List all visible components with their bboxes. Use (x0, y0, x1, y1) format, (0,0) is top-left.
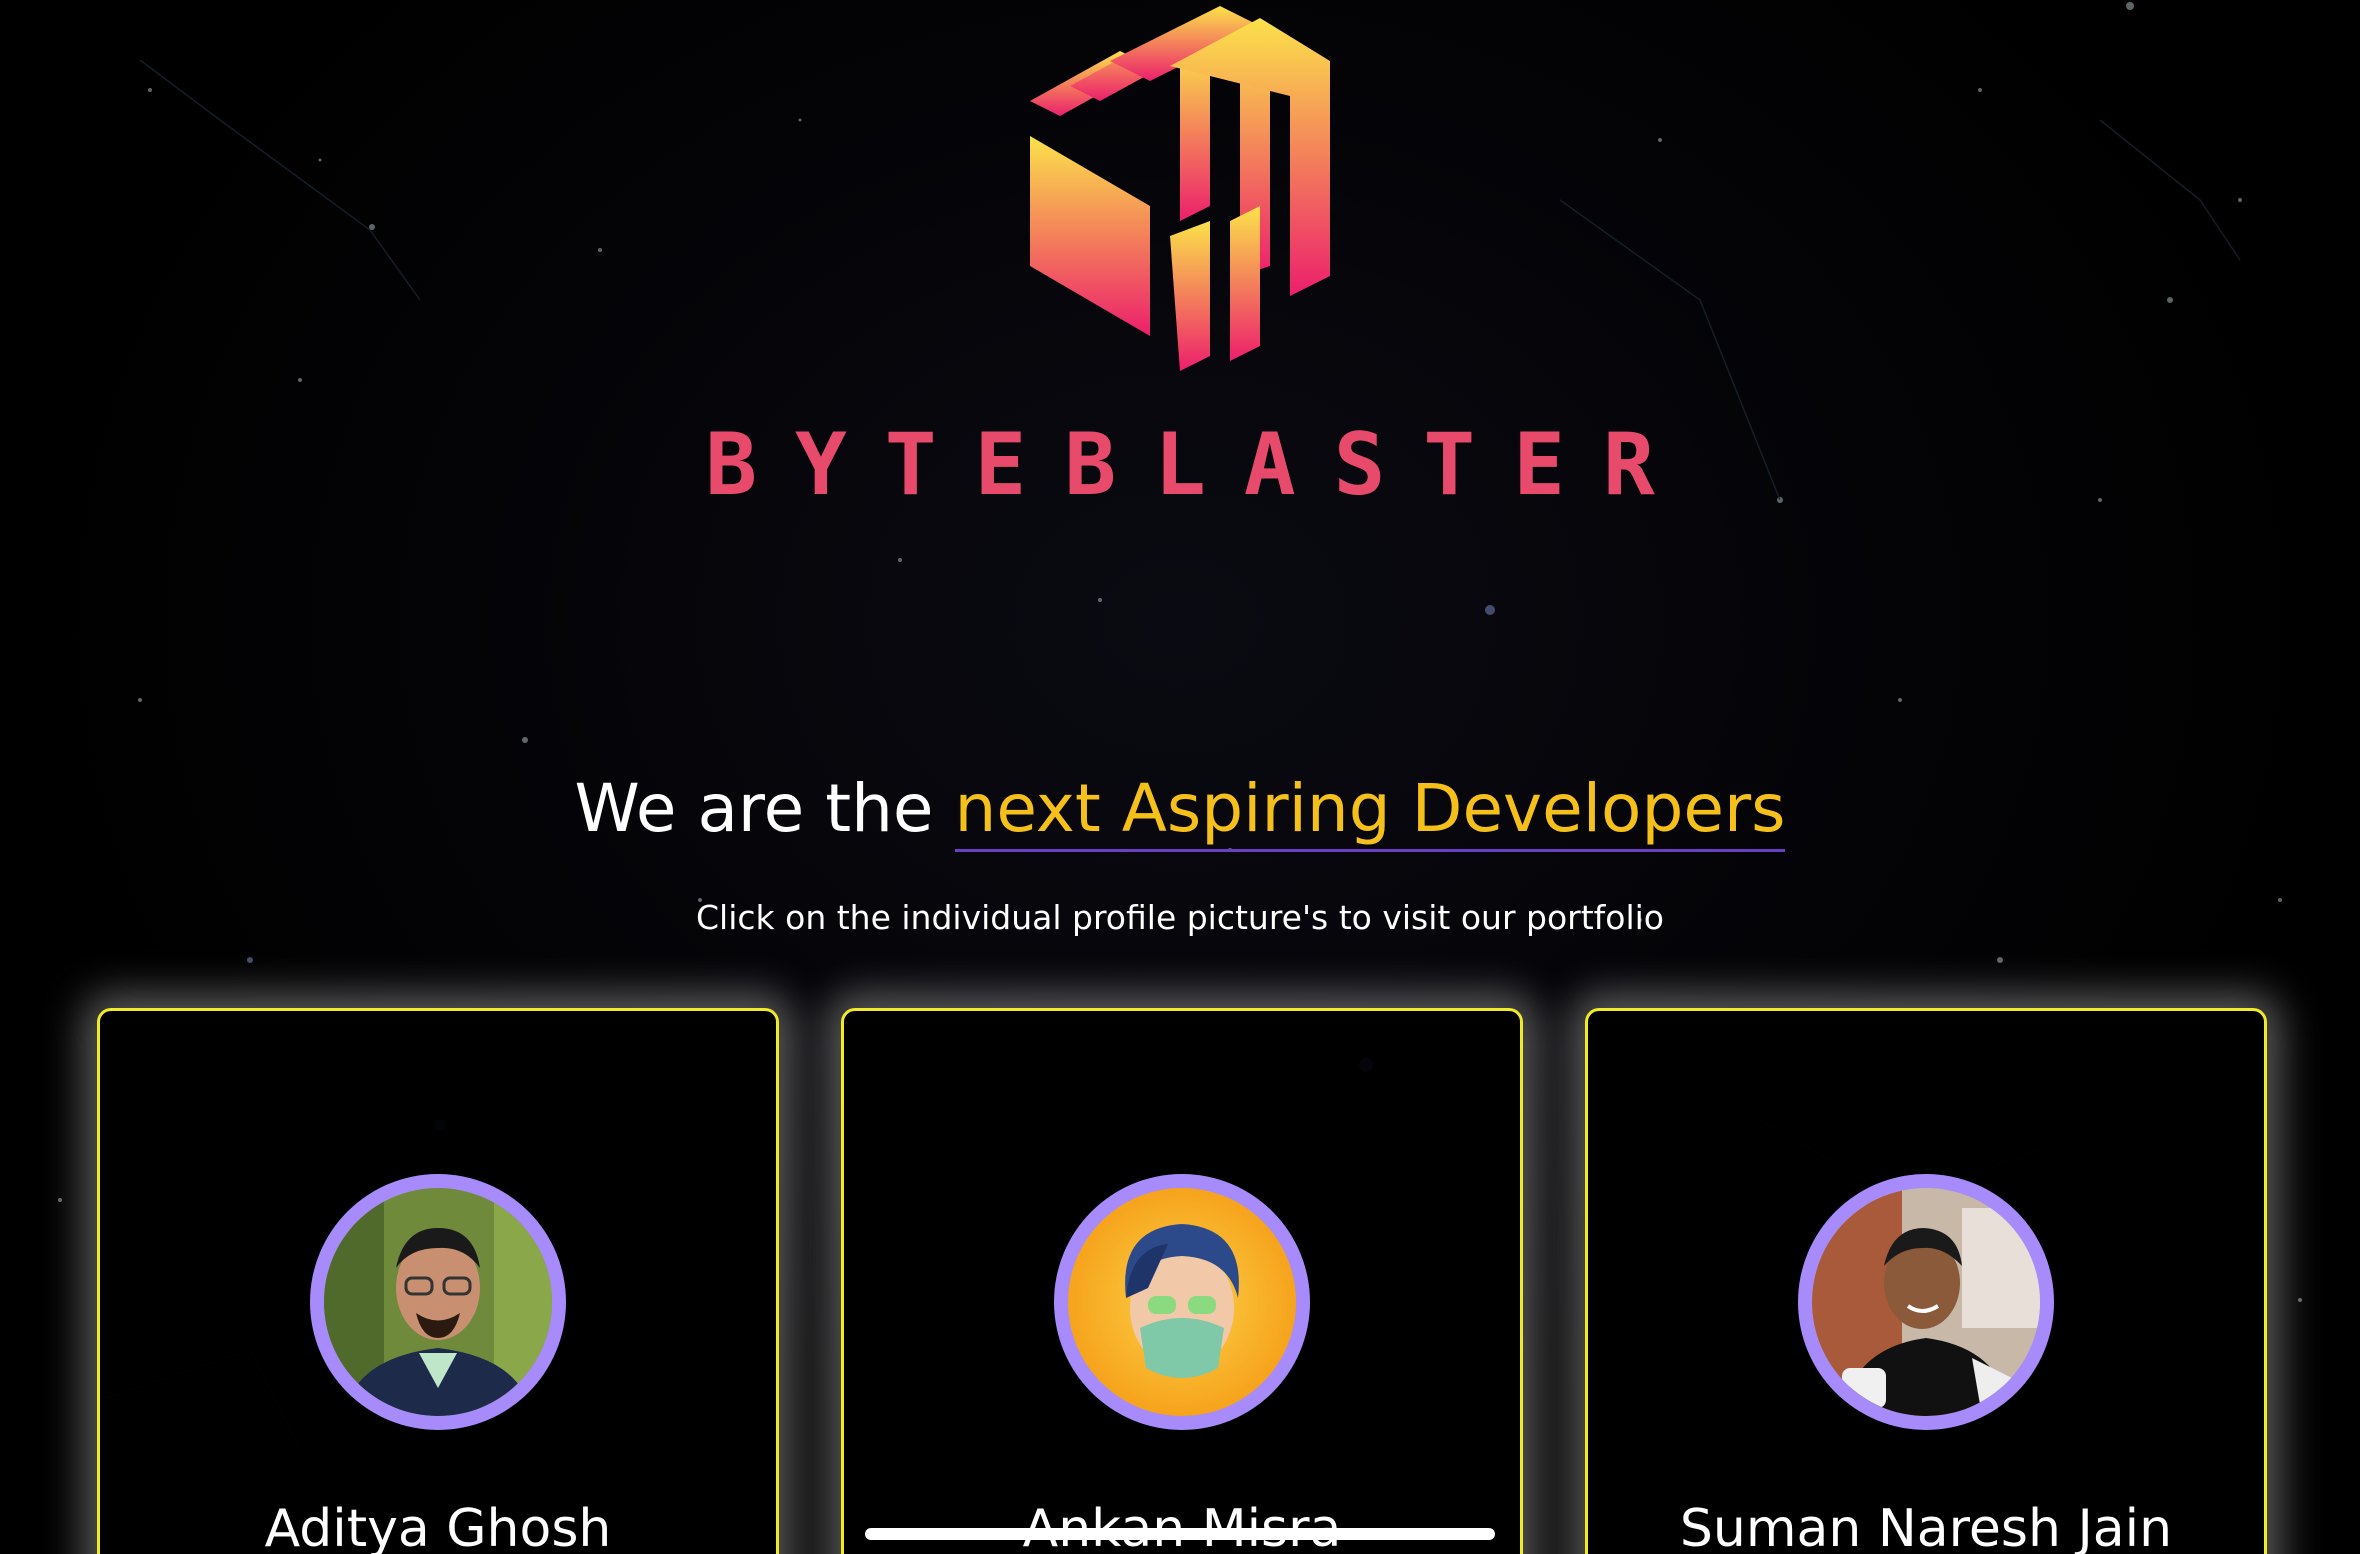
person-photo-icon (324, 1188, 552, 1416)
team-member-name: Suman Naresh Jain (1679, 1499, 2173, 1554)
profile-avatar-aditya[interactable] (310, 1174, 566, 1430)
horizontal-scrollbar[interactable] (865, 1528, 1495, 1540)
cube-logo-icon (1030, 6, 1330, 371)
brand-wordmark: BYTEBLASTER (705, 415, 1693, 515)
profile-avatar-ankan[interactable] (1054, 1174, 1310, 1430)
team-member-name: Ankan Misra (1022, 1499, 1342, 1554)
memoji-avatar-icon (1068, 1188, 1296, 1416)
team-card-aditya: Aditya Ghosh (97, 1008, 779, 1554)
person-photo-icon (1812, 1188, 2040, 1416)
hero-subtitle: Click on the individual profile picture'… (696, 898, 1664, 937)
hero-headline: We are the next Aspiring Developers (0, 770, 2360, 852)
profile-avatar-suman[interactable] (1798, 1174, 2054, 1430)
team-card-suman: Suman Naresh Jain (1585, 1008, 2267, 1554)
headline-prefix: We are the (574, 770, 955, 847)
headline-accent: next Aspiring Developers (954, 770, 1786, 852)
landing-page: BYTEBLASTER We are the next Aspiring Dev… (0, 0, 2360, 1554)
team-card-ankan: Ankan Misra (841, 1008, 1523, 1554)
brand-logo (1010, 6, 1350, 376)
team-member-name: Aditya Ghosh (264, 1499, 612, 1554)
